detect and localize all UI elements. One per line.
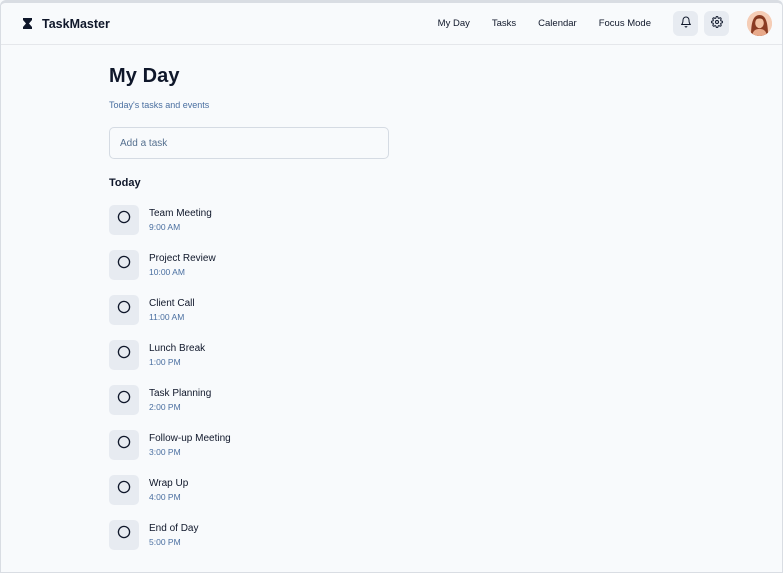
task-item: Lunch Break 1:00 PM bbox=[109, 332, 399, 377]
task-item: Task Planning 2:00 PM bbox=[109, 377, 399, 422]
task-time: 11:00 AM bbox=[149, 311, 185, 322]
task-name: Follow-up Meeting bbox=[149, 432, 231, 444]
task-name: Client Call bbox=[149, 297, 195, 309]
task-item: Project Review 10:00 AM bbox=[109, 242, 399, 287]
section-title-today: Today bbox=[109, 177, 141, 189]
task-list: Team Meeting 9:00 AM Project Review 10:0… bbox=[109, 197, 399, 557]
task-checkbox[interactable] bbox=[109, 249, 139, 280]
task-name: Task Planning bbox=[149, 387, 212, 399]
task-name: Project Review bbox=[149, 252, 216, 264]
task-name: Lunch Break bbox=[149, 342, 206, 354]
task-text: Team Meeting 9:00 AM bbox=[149, 208, 212, 232]
top-bar: TaskMaster My Day Tasks Calendar Focus M… bbox=[1, 3, 782, 45]
task-checkbox[interactable] bbox=[109, 294, 139, 325]
task-checkbox[interactable] bbox=[109, 474, 139, 505]
task-time: 5:00 PM bbox=[149, 536, 181, 547]
task-text: End of Day 5:00 PM bbox=[149, 523, 198, 547]
task-item: Client Call 11:00 AM bbox=[109, 287, 399, 332]
nav-tasks[interactable]: Tasks bbox=[492, 18, 516, 29]
logo-icon bbox=[23, 18, 32, 29]
task-name: Team Meeting bbox=[149, 207, 212, 219]
task-time: 10:00 AM bbox=[149, 266, 185, 277]
task-checkbox[interactable] bbox=[109, 339, 139, 370]
task-text: Client Call 11:00 AM bbox=[149, 298, 195, 322]
task-checkbox[interactable] bbox=[109, 519, 139, 550]
task-item: Wrap Up 4:00 PM bbox=[109, 467, 399, 512]
task-item: End of Day 5:00 PM bbox=[109, 512, 399, 557]
circle-icon bbox=[117, 480, 131, 499]
task-text: Follow-up Meeting 3:00 PM bbox=[149, 433, 231, 457]
task-checkbox[interactable] bbox=[109, 384, 139, 415]
page-title: My Day bbox=[109, 65, 180, 87]
task-time: 4:00 PM bbox=[149, 491, 181, 502]
circle-icon bbox=[117, 255, 131, 274]
task-text: Task Planning 2:00 PM bbox=[149, 388, 211, 412]
task-name: Wrap Up bbox=[149, 477, 189, 489]
main-nav: My Day Tasks Calendar Focus Mode bbox=[438, 18, 651, 29]
page-subtitle: Today's tasks and events bbox=[109, 100, 210, 110]
app-window: TaskMaster My Day Tasks Calendar Focus M… bbox=[0, 0, 783, 573]
circle-icon bbox=[117, 435, 131, 454]
circle-icon bbox=[117, 300, 131, 319]
header-actions bbox=[673, 11, 729, 36]
settings-button[interactable] bbox=[704, 11, 729, 36]
circle-icon bbox=[117, 390, 131, 409]
task-item: Team Meeting 9:00 AM bbox=[109, 197, 399, 242]
brand[interactable]: TaskMaster bbox=[23, 17, 110, 31]
task-time: 1:00 PM bbox=[149, 356, 181, 367]
task-time: 2:00 PM bbox=[149, 401, 181, 412]
my-day-panel: My Day Today's tasks and events Today Te… bbox=[109, 65, 399, 557]
notifications-button[interactable] bbox=[673, 11, 698, 36]
task-checkbox[interactable] bbox=[109, 429, 139, 460]
user-avatar[interactable] bbox=[747, 11, 772, 36]
task-time: 9:00 AM bbox=[149, 221, 181, 232]
task-time: 3:00 PM bbox=[149, 446, 181, 457]
circle-icon bbox=[117, 210, 131, 229]
add-task-input[interactable] bbox=[109, 127, 389, 159]
task-text: Project Review 10:00 AM bbox=[149, 253, 216, 277]
task-name: End of Day bbox=[149, 522, 199, 534]
task-checkbox[interactable] bbox=[109, 204, 139, 235]
task-text: Lunch Break 1:00 PM bbox=[149, 343, 205, 367]
task-text: Wrap Up 4:00 PM bbox=[149, 478, 188, 502]
task-item: Follow-up Meeting 3:00 PM bbox=[109, 422, 399, 467]
circle-icon bbox=[117, 345, 131, 364]
nav-calendar[interactable]: Calendar bbox=[538, 18, 577, 29]
app-name: TaskMaster bbox=[42, 16, 110, 31]
circle-icon bbox=[117, 525, 131, 544]
gear-icon bbox=[710, 15, 723, 33]
nav-my-day[interactable]: My Day bbox=[438, 18, 470, 29]
bell-icon bbox=[680, 15, 692, 33]
nav-focus-mode[interactable]: Focus Mode bbox=[599, 18, 651, 29]
